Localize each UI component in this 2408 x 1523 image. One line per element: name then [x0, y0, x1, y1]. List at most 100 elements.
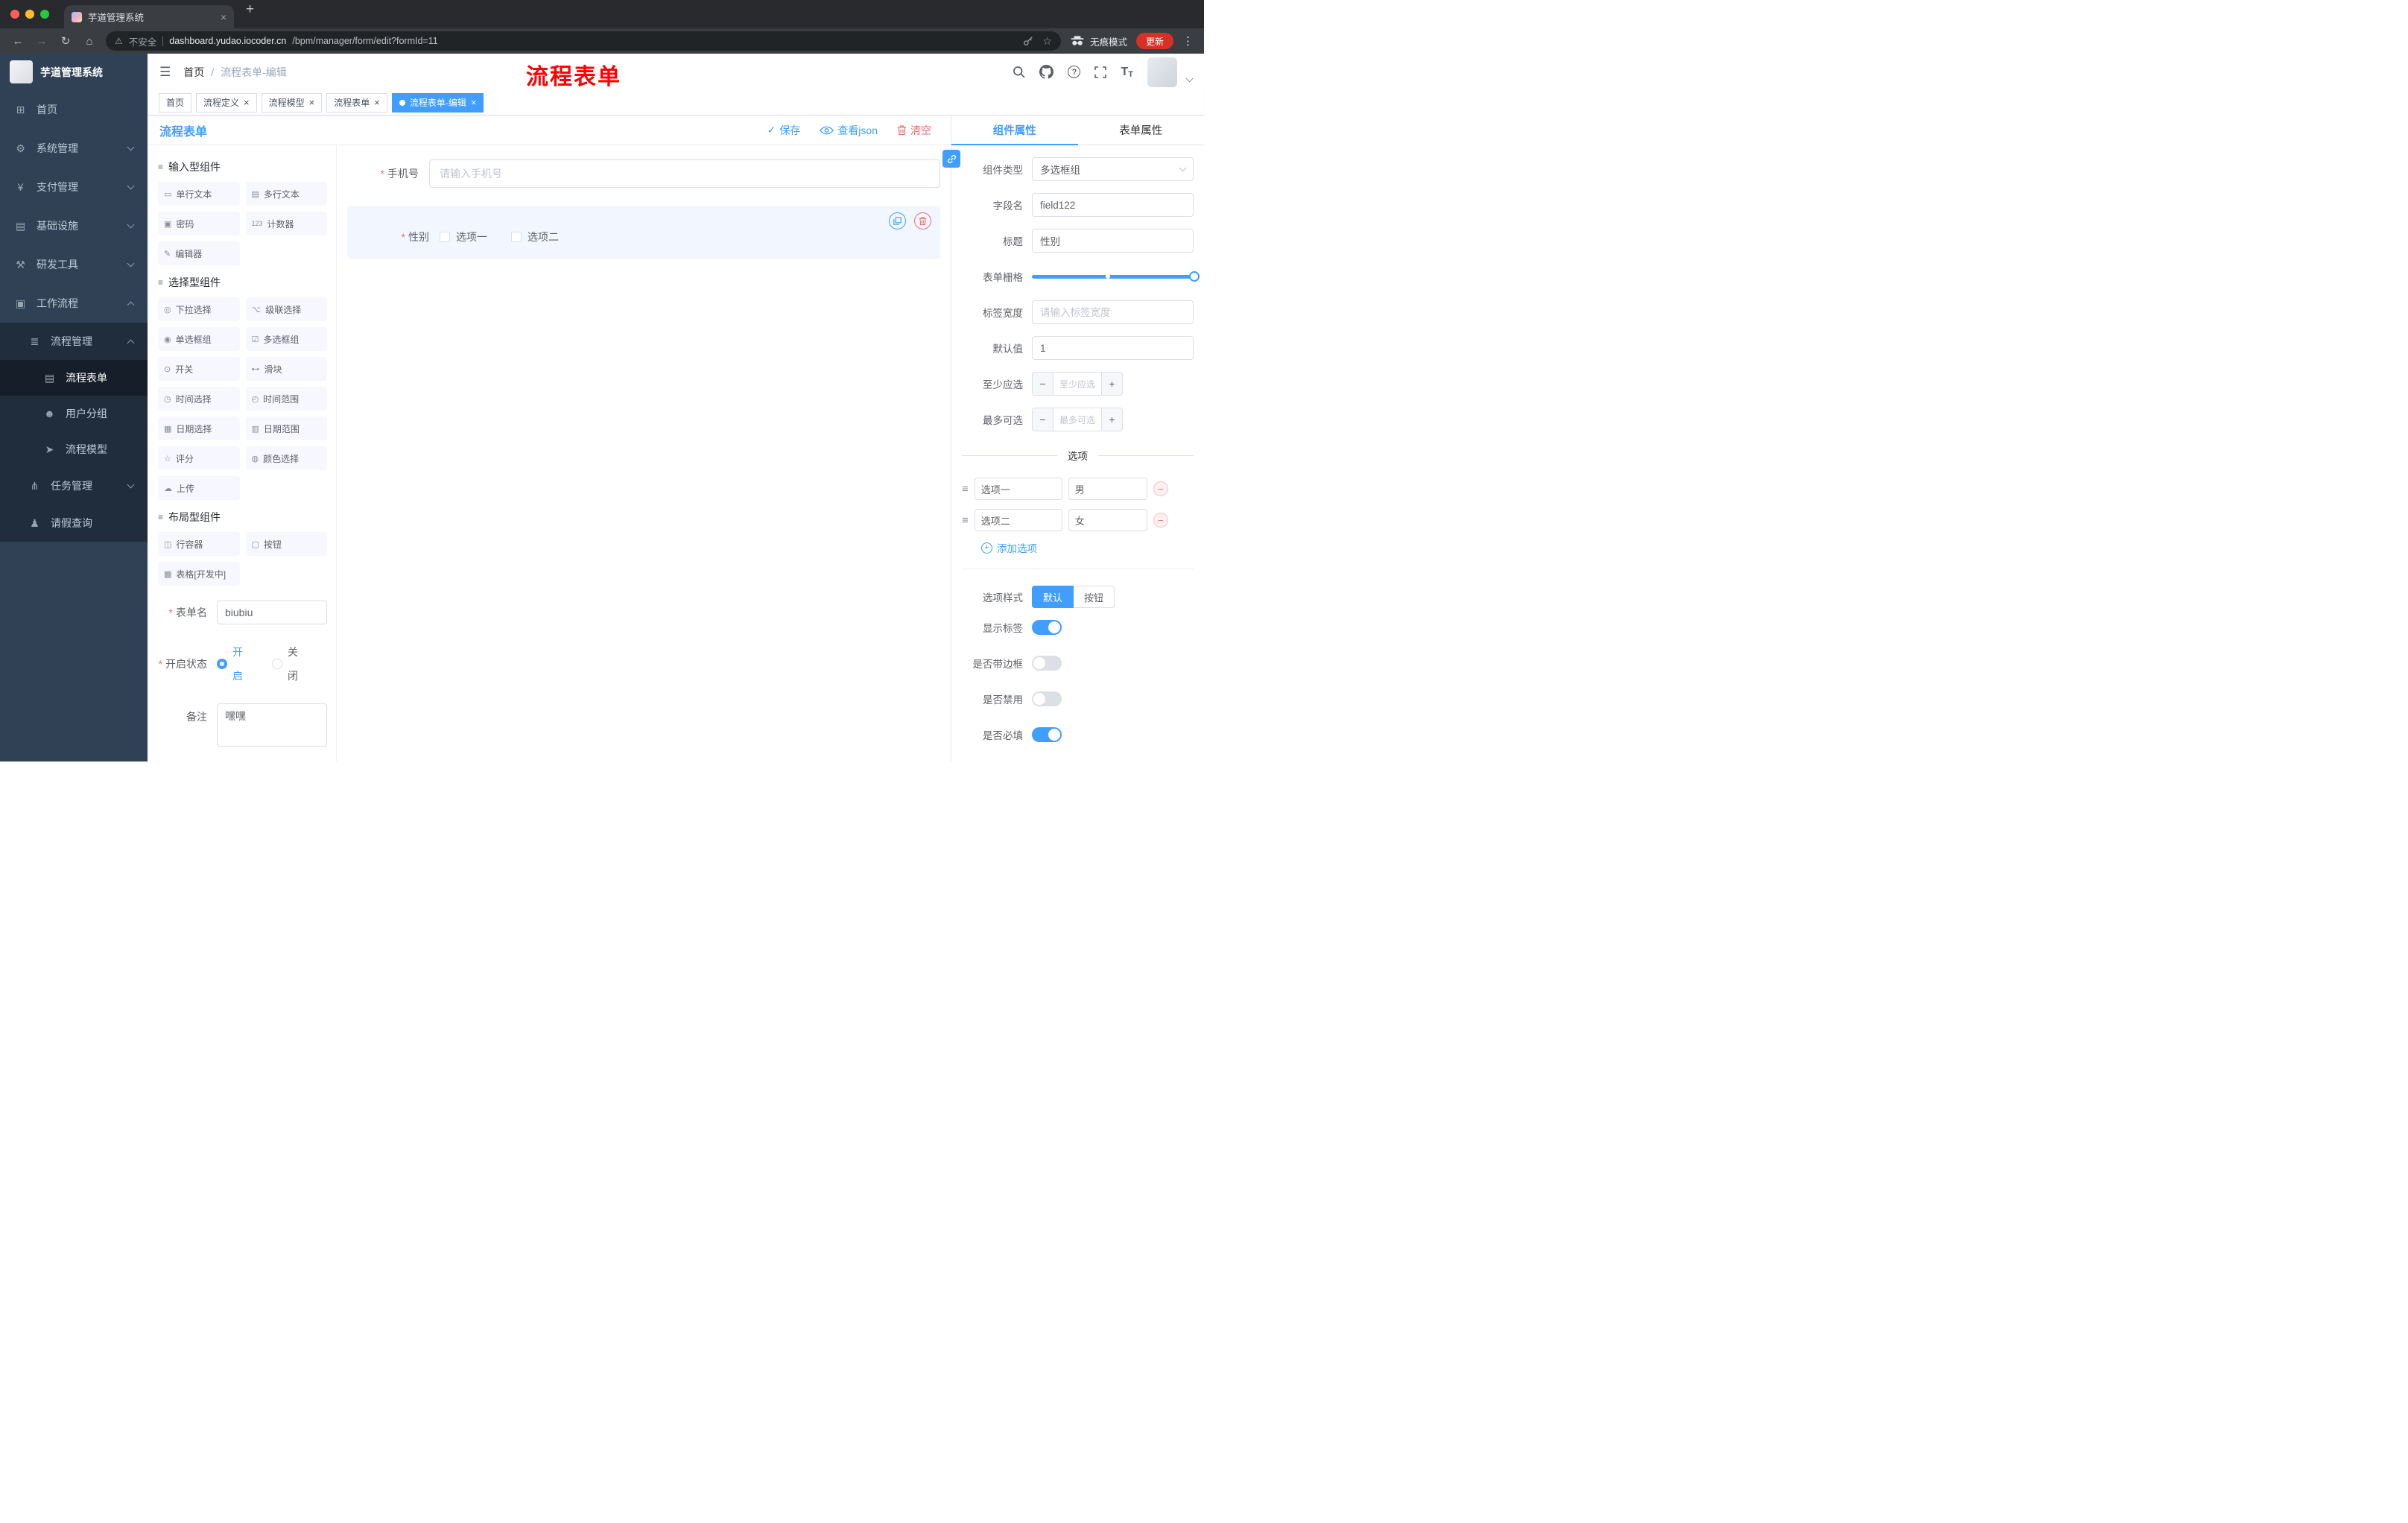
password-key-icon[interactable]: [1023, 36, 1033, 46]
palette-item-slider[interactable]: ⊷ 滑块: [245, 357, 327, 381]
form-name-input[interactable]: [217, 601, 327, 624]
decrease-button[interactable]: −: [1033, 408, 1054, 431]
border-toggle[interactable]: [1032, 656, 1062, 671]
new-tab-button[interactable]: +: [246, 2, 254, 16]
close-icon[interactable]: ×: [374, 98, 380, 107]
palette-item-color-picker[interactable]: ◍ 颜色选择: [245, 446, 327, 470]
search-icon[interactable]: [1013, 66, 1026, 78]
close-icon[interactable]: ×: [244, 98, 250, 107]
required-toggle[interactable]: [1032, 727, 1062, 742]
palette-item-radio-group[interactable]: ◉ 单选框组: [158, 327, 240, 351]
grid-slider[interactable]: [1032, 265, 1200, 288]
tag-process-model[interactable]: 流程模型 ×: [261, 92, 323, 113]
minimize-window-button[interactable]: [25, 10, 34, 19]
sidebar-item-home[interactable]: ⊞ 首页: [0, 90, 148, 129]
increase-button[interactable]: +: [1101, 373, 1122, 395]
min-select-value[interactable]: 至少应选: [1054, 373, 1101, 395]
sidebar-item-task-mgmt[interactable]: ⋔ 任务管理: [0, 467, 148, 504]
font-size-icon[interactable]: TT: [1121, 66, 1133, 79]
sidebar-item-workflow[interactable]: ▣ 工作流程: [0, 284, 148, 323]
palette-item-rate[interactable]: ☆ 评分: [158, 446, 240, 470]
component-type-select[interactable]: 多选框组: [1032, 157, 1194, 181]
sidebar-item-payment[interactable]: ¥ 支付管理: [0, 168, 148, 206]
title-input[interactable]: [1032, 229, 1194, 253]
palette-item-editor[interactable]: ✎ 编辑器: [158, 241, 240, 265]
palette-item-row-container[interactable]: ◫ 行容器: [158, 532, 240, 556]
palette-item-multi-text[interactable]: ▤ 多行文本: [245, 182, 327, 206]
palette-item-button[interactable]: ▢ 按钮: [245, 532, 327, 556]
label-width-input[interactable]: [1032, 300, 1194, 324]
palette-item-time-range[interactable]: ◴ 时间范围: [245, 387, 327, 411]
help-icon[interactable]: ?: [1068, 66, 1081, 78]
tag-process-definition[interactable]: 流程定义 ×: [196, 92, 257, 113]
remove-option-button[interactable]: −: [1153, 481, 1168, 496]
url-field[interactable]: ⚠ 不安全 dashboard.yudao.iocoder.cn /bpm/ma…: [106, 31, 1061, 51]
remove-option-button[interactable]: −: [1153, 513, 1168, 528]
phone-field-row[interactable]: 手机号: [347, 159, 940, 188]
max-select-value[interactable]: 最多可选: [1054, 408, 1101, 431]
decrease-button[interactable]: −: [1033, 373, 1054, 395]
breadcrumb-home[interactable]: 首页: [183, 65, 204, 80]
disabled-toggle[interactable]: [1032, 691, 1062, 706]
palette-item-switch[interactable]: ⊙ 开关: [158, 357, 240, 381]
browser-tab[interactable]: 芋道管理系统 ×: [64, 5, 234, 28]
tag-home[interactable]: 首页: [159, 92, 192, 113]
default-value-input[interactable]: [1032, 336, 1194, 360]
style-button-button[interactable]: 按钮: [1074, 586, 1115, 608]
tab-close-icon[interactable]: ×: [221, 11, 226, 23]
tag-process-form-edit[interactable]: 流程表单-编辑 ×: [391, 92, 484, 113]
browser-menu-icon[interactable]: ⋮: [1182, 34, 1194, 48]
sidebar-item-process-form[interactable]: ▤ 流程表单: [0, 360, 148, 396]
maximize-window-button[interactable]: [40, 10, 49, 19]
gender-option-2-checkbox[interactable]: 选项二: [511, 229, 559, 244]
user-avatar[interactable]: [1147, 57, 1177, 87]
palette-item-upload[interactable]: ☁ 上传: [158, 476, 240, 500]
sidebar-item-leave-query[interactable]: ♟ 请假查询: [0, 504, 148, 542]
fullscreen-icon[interactable]: [1094, 66, 1107, 78]
phone-input[interactable]: [429, 159, 940, 188]
forward-icon[interactable]: →: [34, 35, 49, 48]
close-window-button[interactable]: [10, 10, 19, 19]
style-default-button[interactable]: 默认: [1032, 586, 1074, 608]
avatar-dropdown-icon[interactable]: [1185, 75, 1194, 83]
browser-update-button[interactable]: 更新: [1135, 33, 1173, 49]
gender-option-1-checkbox[interactable]: 选项一: [440, 229, 487, 244]
palette-item-date-picker[interactable]: ▦ 日期选择: [158, 417, 240, 440]
home-icon[interactable]: ⌂: [82, 35, 97, 48]
clear-button[interactable]: 清空: [897, 123, 931, 138]
link-anchor-button[interactable]: [942, 150, 960, 168]
save-button[interactable]: ✓ 保存: [767, 123, 801, 138]
palette-item-counter[interactable]: 123 计数器: [245, 212, 327, 235]
palette-item-password[interactable]: ▣ 密码: [158, 212, 240, 235]
sidebar-item-system-mgmt[interactable]: ⚙ 系统管理: [0, 129, 148, 168]
back-icon[interactable]: ←: [10, 35, 25, 48]
tab-form-props[interactable]: 表单属性: [1078, 115, 1205, 145]
slider-handle[interactable]: [1189, 271, 1200, 282]
drag-handle-icon[interactable]: ≡: [962, 483, 969, 495]
sidebar-item-infrastructure[interactable]: ▤ 基础设施: [0, 206, 148, 245]
increase-button[interactable]: +: [1101, 408, 1122, 431]
status-on-radio[interactable]: 开启: [217, 640, 253, 688]
option-1-value-input[interactable]: [1068, 478, 1147, 500]
palette-item-cascader[interactable]: ⌥ 级联选择: [245, 297, 327, 321]
gender-field-widget-selected[interactable]: 性别 选项一 选项二: [347, 206, 940, 259]
github-icon[interactable]: [1039, 65, 1054, 79]
option-2-name-input[interactable]: [974, 509, 1062, 531]
view-json-button[interactable]: 查看json: [820, 123, 878, 138]
status-off-radio[interactable]: 关闭: [272, 640, 308, 688]
sidebar-item-devtools[interactable]: ⚒ 研发工具: [0, 245, 148, 284]
form-canvas[interactable]: 手机号: [337, 145, 951, 762]
palette-item-single-text[interactable]: ▭ 单行文本: [158, 182, 240, 206]
field-name-input[interactable]: [1032, 193, 1194, 217]
palette-item-table[interactable]: ▩ 表格[开发中]: [158, 562, 240, 586]
sidebar-item-process-mgmt[interactable]: ≣ 流程管理: [0, 323, 148, 360]
option-2-value-input[interactable]: [1068, 509, 1147, 531]
copy-widget-button[interactable]: [889, 212, 906, 229]
delete-widget-button[interactable]: [914, 212, 931, 229]
add-option-button[interactable]: + 添加选项: [981, 540, 1194, 555]
tag-process-form[interactable]: 流程表单 ×: [326, 92, 387, 113]
palette-item-select[interactable]: ◎ 下拉选择: [158, 297, 240, 321]
bookmark-star-icon[interactable]: ☆: [1042, 35, 1052, 48]
palette-item-checkbox-group[interactable]: ☑ 多选框组: [245, 327, 327, 351]
sidebar-collapse-icon[interactable]: ☰: [159, 65, 171, 80]
